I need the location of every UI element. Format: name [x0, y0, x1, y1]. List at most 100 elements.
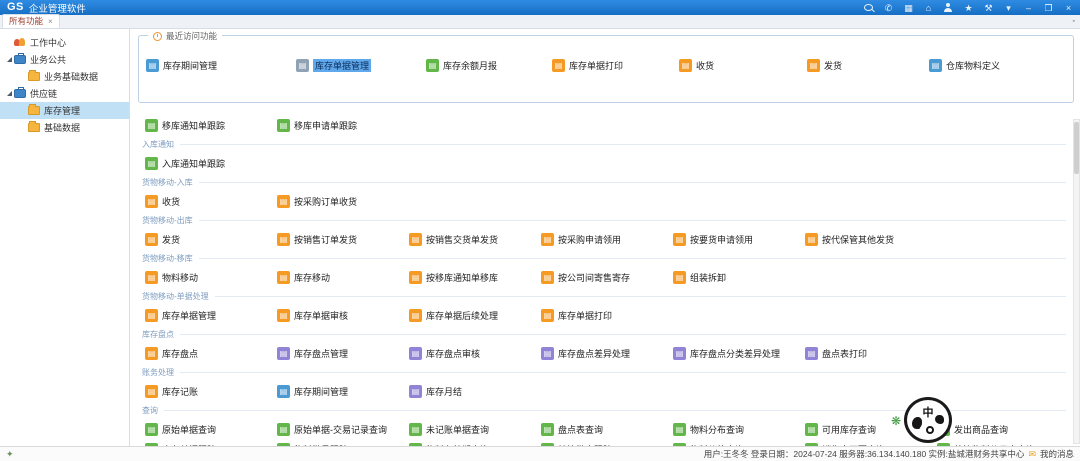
- function-item[interactable]: ▤库存盘点: [145, 343, 277, 363]
- document-icon: ▤: [145, 309, 158, 322]
- function-item[interactable]: ▤按代保管其他发货: [805, 229, 937, 249]
- home-icon[interactable]: ⌂: [924, 3, 933, 13]
- document-icon: ▤: [277, 271, 290, 284]
- restore-icon[interactable]: ❐: [1044, 3, 1053, 13]
- function-item[interactable]: ▤按采购订单收货: [277, 191, 409, 211]
- tab-close-icon[interactable]: ×: [48, 17, 53, 26]
- document-icon: ▤: [277, 347, 290, 360]
- function-item[interactable]: ▤移库申请单跟踪: [277, 115, 409, 135]
- function-item[interactable]: ▤按移库通知单移库: [409, 267, 541, 287]
- document-icon: ▤: [805, 443, 818, 447]
- tree-item-库存管理[interactable]: 库存管理: [0, 102, 129, 119]
- section-title: 货物移动-出库: [142, 215, 193, 226]
- function-item[interactable]: ▤库存记账: [145, 381, 277, 401]
- message-envelope-icon[interactable]: ✉: [1028, 449, 1036, 460]
- document-icon: ▤: [145, 385, 158, 398]
- function-item[interactable]: ▤库存盘点管理: [277, 343, 409, 363]
- function-item[interactable]: ▤发货: [807, 57, 929, 73]
- function-item[interactable]: ▤库存单据跟踪: [145, 439, 277, 446]
- function-item[interactable]: ▤库存单据管理: [145, 305, 277, 325]
- function-item[interactable]: ▤按公司间寄售寄存: [541, 267, 673, 287]
- function-item[interactable]: ▤库存期间管理: [277, 381, 409, 401]
- title-bar: GS 企业管理软件 ✆▦⌂★⚒▾–❐×: [0, 0, 1080, 15]
- function-item-label: 按要货申请领用: [690, 233, 753, 246]
- tree-item-业务基础数据[interactable]: 业务基础数据: [0, 68, 129, 85]
- section-items-grid: ▤收货▤按采购订单收货: [138, 189, 1074, 213]
- function-item[interactable]: ▤库存月结: [409, 381, 541, 401]
- scrollbar-thumb[interactable]: [1074, 122, 1079, 174]
- function-item-label: 移库申请单跟踪: [294, 119, 357, 132]
- function-item[interactable]: ▤库存单据打印: [541, 305, 673, 325]
- tree-expander-icon[interactable]: [4, 57, 14, 62]
- document-icon: ▤: [296, 59, 309, 72]
- function-item[interactable]: ▤发出商品查询: [937, 419, 1069, 439]
- document-icon: ▤: [673, 443, 686, 447]
- function-item-label: 可用库存查询: [822, 423, 876, 436]
- function-item[interactable]: ▤按销售订单发货: [277, 229, 409, 249]
- function-item-label: 仓库物料定义: [946, 59, 1000, 72]
- function-item[interactable]: ▤库存移动: [277, 267, 409, 287]
- function-item-label: 盘点表打印: [822, 347, 867, 360]
- document-icon: ▤: [426, 59, 439, 72]
- function-item[interactable]: ▤核算批次跟踪: [541, 439, 673, 446]
- function-item[interactable]: ▤库存单据打印: [552, 57, 679, 73]
- document-icon: ▤: [541, 347, 554, 360]
- minimize-icon[interactable]: –: [1024, 3, 1033, 13]
- function-item[interactable]: ▤按销售交货单发货: [409, 229, 541, 249]
- function-item[interactable]: ▤入库通知单跟踪: [145, 153, 277, 173]
- function-item-label: 按采购订单收货: [294, 195, 357, 208]
- tree-item-供应链[interactable]: 供应链: [0, 85, 129, 102]
- function-item[interactable]: ▤发货: [145, 229, 277, 249]
- phone-icon[interactable]: ✆: [884, 3, 893, 13]
- function-item[interactable]: ▤组装拆卸: [673, 267, 805, 287]
- section-divider-line: [199, 258, 1066, 259]
- function-item[interactable]: ▤库存期间管理: [146, 57, 296, 73]
- document-icon: ▤: [805, 233, 818, 246]
- dropdown-icon[interactable]: ▾: [1004, 3, 1013, 13]
- function-item[interactable]: ▤原始单据-交易记录查询: [277, 419, 409, 439]
- search-icon[interactable]: [864, 4, 873, 11]
- function-item[interactable]: ▤ 按要货申请领用: [673, 229, 805, 249]
- pin-icon[interactable]: ▪: [1073, 18, 1075, 25]
- function-item[interactable]: ▤库存单据后续处理: [409, 305, 541, 325]
- section-header: 货物移动-入库: [138, 175, 1074, 189]
- function-item-label: 库存盘点差异处理: [558, 347, 630, 360]
- user-icon[interactable]: [944, 3, 953, 12]
- function-item[interactable]: ▤移库通知单跟踪: [145, 115, 277, 135]
- favorites-star-icon[interactable]: ★: [964, 3, 973, 13]
- document-icon: ▤: [673, 233, 686, 246]
- function-item[interactable]: ▤按采购申请领用: [541, 229, 673, 249]
- my-messages-link[interactable]: 我的消息: [1040, 448, 1074, 460]
- apps-grid-icon[interactable]: ▦: [904, 3, 913, 13]
- function-item[interactable]: ▤库存余额月报: [426, 57, 552, 73]
- function-item[interactable]: ▤外协物料价目表查询: [937, 439, 1069, 446]
- tree-expander-icon[interactable]: [4, 91, 14, 96]
- function-item[interactable]: ▤未记账单据查询: [409, 419, 541, 439]
- tab-all-functions[interactable]: 所有功能 ×: [2, 14, 60, 28]
- function-item[interactable]: ▤盘点表查询: [541, 419, 673, 439]
- function-item[interactable]: ▤库存盘点分类差异处理: [673, 343, 805, 363]
- function-item[interactable]: ▤收货: [679, 57, 807, 73]
- tools-icon[interactable]: ⚒: [984, 3, 993, 13]
- function-item[interactable]: ▤物料分布查询: [673, 419, 805, 439]
- function-item[interactable]: ▤库存盘点审核: [409, 343, 541, 363]
- function-item[interactable]: ▤物料价格查询: [673, 439, 805, 446]
- document-icon: ▤: [929, 59, 942, 72]
- function-item[interactable]: ▤物料移动: [145, 267, 277, 287]
- function-item[interactable]: ▤库存单据管理: [296, 57, 426, 73]
- close-icon[interactable]: ×: [1064, 3, 1073, 13]
- tree-item-基础数据[interactable]: 基础数据: [0, 119, 129, 136]
- tree-item-工作中心[interactable]: 工作中心: [0, 34, 129, 51]
- function-item[interactable]: ▤原始单据查询: [145, 419, 277, 439]
- function-item[interactable]: ▤物料有效期查询: [409, 439, 541, 446]
- vertical-scrollbar[interactable]: [1073, 119, 1080, 444]
- tab-label: 所有功能: [9, 15, 43, 27]
- stamp-dot: [917, 426, 920, 429]
- function-item[interactable]: ▤ 仓库物料定义: [929, 57, 1073, 73]
- tree-item-业务公共[interactable]: 业务公共: [0, 51, 129, 68]
- function-item[interactable]: ▤盘点表打印: [805, 343, 937, 363]
- function-item[interactable]: ▤收货: [145, 191, 277, 211]
- function-item[interactable]: ▤ 库存盘点差异处理: [541, 343, 673, 363]
- function-item[interactable]: ▤物料批号跟踪: [277, 439, 409, 446]
- function-item[interactable]: ▤库存单据审核: [277, 305, 409, 325]
